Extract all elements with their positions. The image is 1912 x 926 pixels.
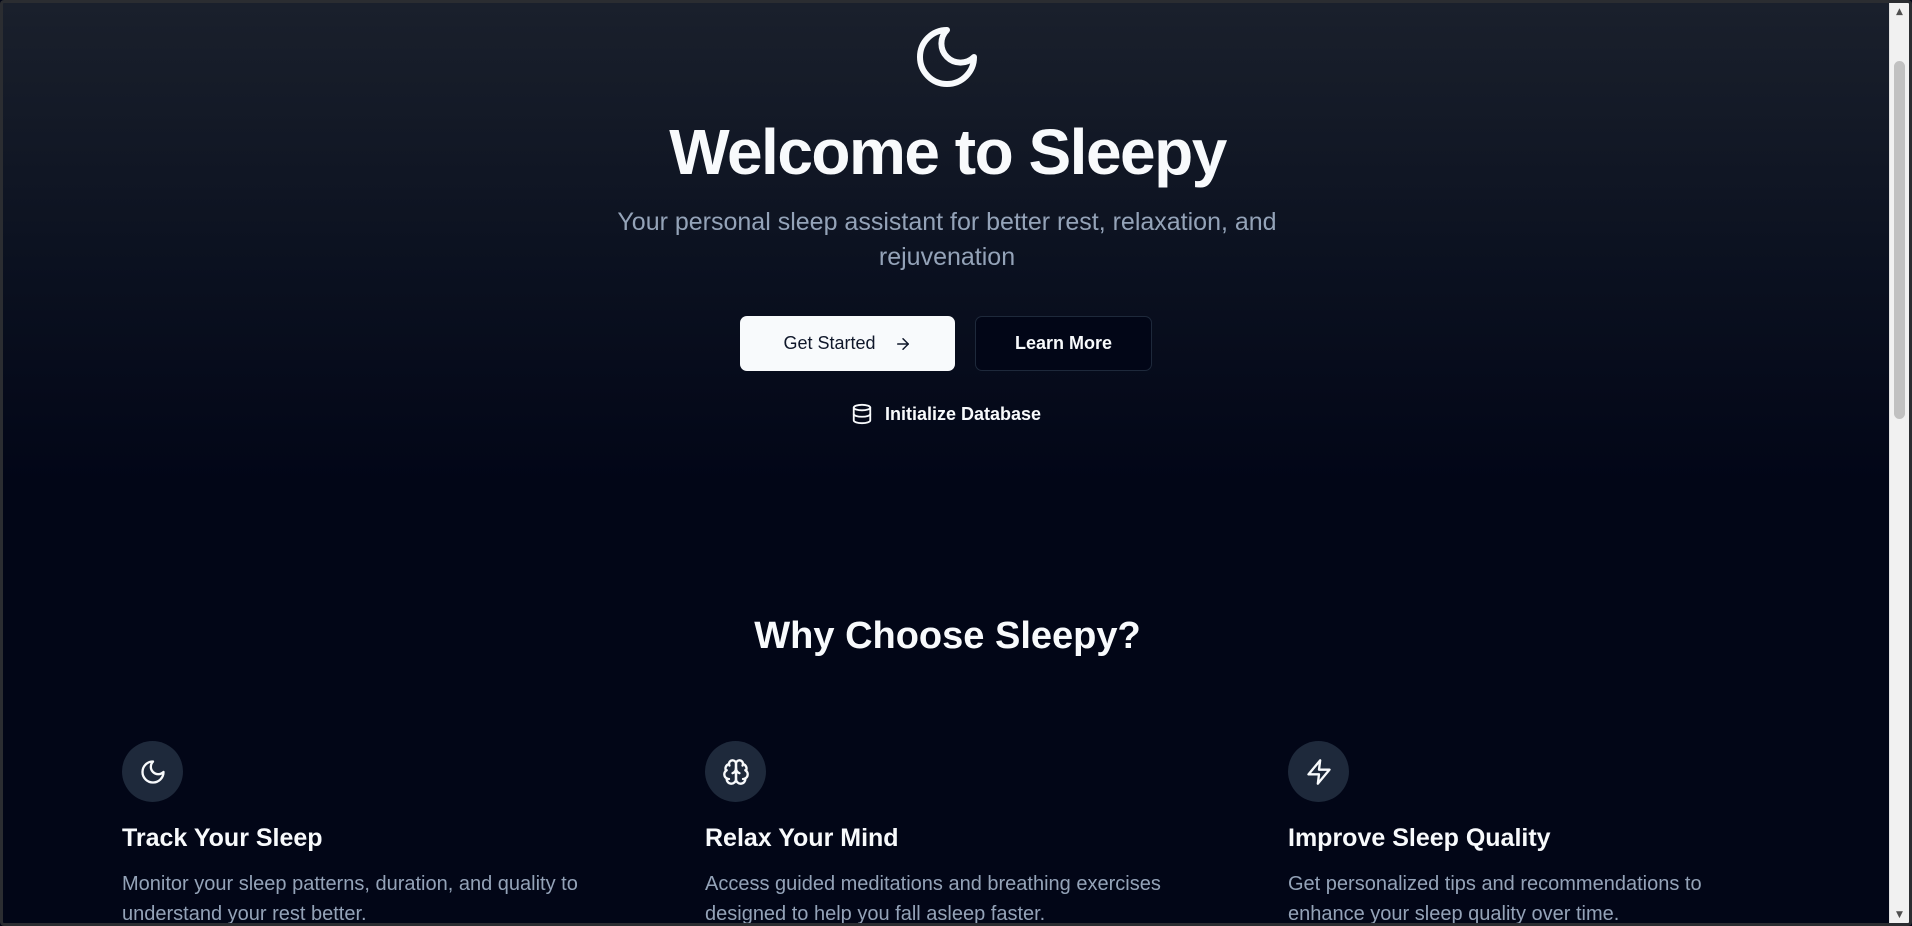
learn-more-button[interactable]: Learn More [975,316,1152,371]
arrow-right-icon [896,337,909,350]
browser-frame: Welcome to Sleepy Your personal sleep as… [0,0,1912,926]
scrollbar-thumb[interactable] [1894,61,1905,419]
feature-title: Improve Sleep Quality [1288,824,1551,852]
feature-description: Monitor your sleep patterns, duration, a… [122,873,578,925]
get-started-button[interactable]: Get Started [740,316,955,371]
feature-icon-circle [122,741,183,802]
feature-description: Get personalized tips and recommendation… [1288,873,1702,925]
feature-card-improve-quality: Improve Sleep Quality Get personalized t… [1288,741,1788,925]
learn-more-label: Learn More [1014,333,1113,353]
initialize-database-button[interactable]: Initialize Database [851,399,1041,429]
feature-title: Relax Your Mind [705,824,899,852]
landing-page: Welcome to Sleepy Your personal sleep as… [3,3,1892,923]
brain-icon [722,758,749,785]
scroll-down-arrow-icon[interactable]: ▼ [1890,906,1909,923]
initialize-database-label: Initialize Database [885,403,1042,424]
feature-title: Track Your Sleep [122,824,323,852]
hero-subtitle: Your personal sleep assistant for better… [617,208,1277,271]
page-title: Welcome to Sleepy [669,116,1227,188]
feature-description: Access guided meditations and breathing … [705,873,1161,925]
moon-icon [917,27,977,87]
feature-card-relax-mind: Relax Your Mind Access guided meditation… [705,741,1205,925]
feature-icon-circle [1288,741,1349,802]
zap-icon [1306,758,1331,785]
feature-icon-circle [705,741,766,802]
vertical-scrollbar[interactable]: ▲ ▼ [1889,3,1909,923]
database-icon [852,403,872,425]
features-heading: Why Choose Sleepy? [754,615,1141,657]
scroll-up-arrow-icon[interactable]: ▲ [1890,3,1909,20]
feature-card-track-sleep: Track Your Sleep Monitor your sleep patt… [122,741,622,925]
get-started-label: Get Started [783,333,876,353]
moon-icon [140,759,165,784]
